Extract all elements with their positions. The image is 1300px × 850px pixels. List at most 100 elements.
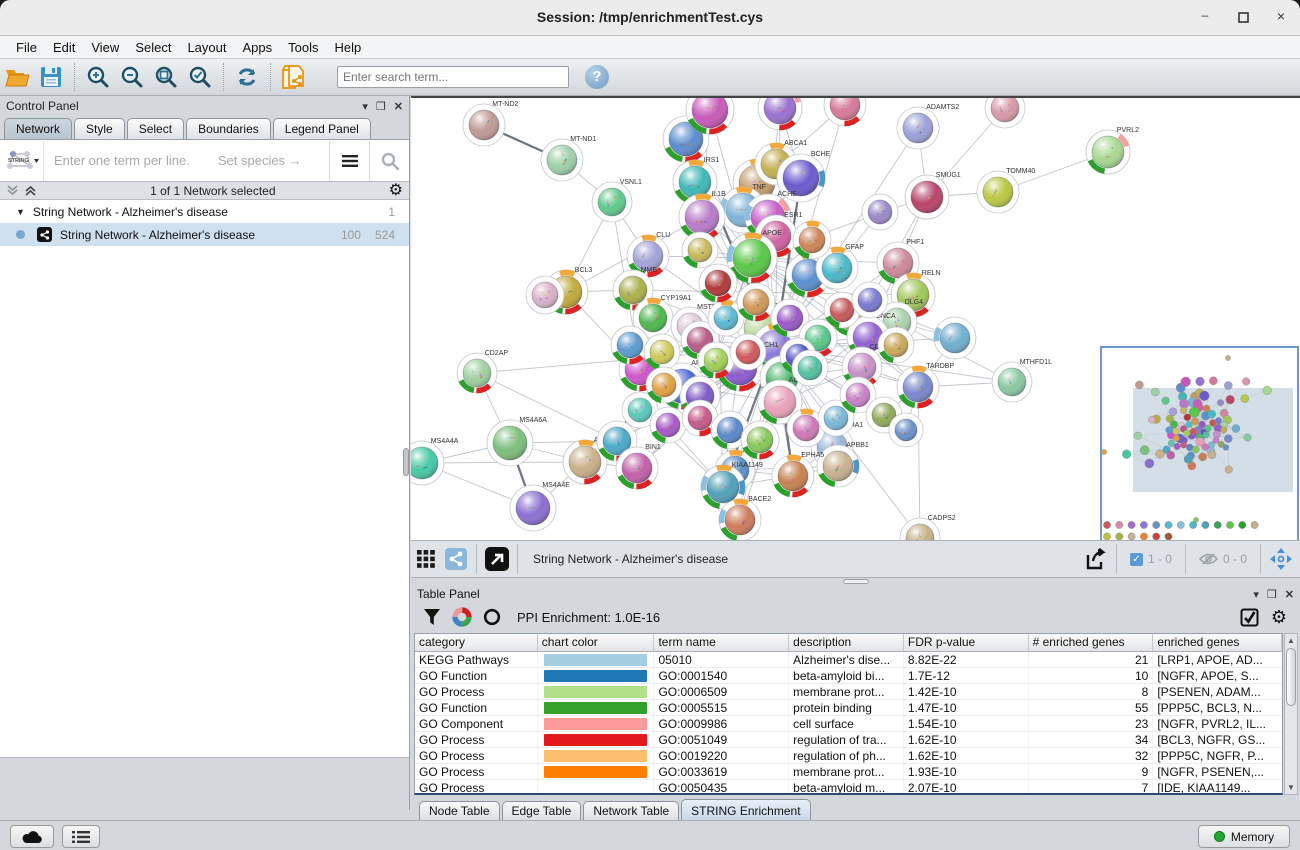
network-node[interactable] <box>758 98 802 130</box>
memory-button[interactable]: Memory <box>1198 825 1290 848</box>
table-row[interactable]: GO ProcessGO:0019220regulation of ph...1… <box>415 748 1282 764</box>
network-node[interactable] <box>682 232 718 268</box>
tab-boundaries[interactable]: Boundaries <box>186 118 271 139</box>
save-session-button[interactable] <box>34 62 68 92</box>
close-panel-icon[interactable]: ✕ <box>1285 588 1294 601</box>
network-options-gear-icon[interactable]: ⚙ <box>389 184 403 198</box>
maximize-button[interactable] <box>1232 8 1254 28</box>
network-node[interactable] <box>934 317 976 359</box>
column-header-FDR-p-value[interactable]: FDR p-value <box>904 634 1029 652</box>
network-node[interactable] <box>737 283 775 321</box>
menu-select[interactable]: Select <box>127 38 179 57</box>
column-header-term-name[interactable]: term name <box>654 634 789 652</box>
tab-select[interactable]: Select <box>127 118 184 139</box>
table-row[interactable]: GO ProcessGO:0050435beta-amyloid m...2.0… <box>415 780 1282 795</box>
set-species-label[interactable]: Set species → <box>218 153 329 168</box>
network-node[interactable] <box>526 276 564 314</box>
string-options-button[interactable] <box>329 141 369 181</box>
menu-tools[interactable]: Tools <box>280 38 326 57</box>
network-node[interactable] <box>824 98 866 126</box>
network-node[interactable] <box>699 264 737 302</box>
horizontal-splitter[interactable] <box>411 578 1300 585</box>
birdseye-toggle-button[interactable] <box>441 545 471 573</box>
enrichment-table[interactable]: categorychart colorterm namedescriptionF… <box>414 633 1283 795</box>
network-node-MS4A4A[interactable]: MS4A4A <box>411 438 459 485</box>
network-node-ADAMTS2[interactable]: ADAMTS2 <box>897 104 959 149</box>
scroll-down-icon[interactable]: ▼ <box>1285 781 1297 794</box>
zoom-fit-button[interactable] <box>149 62 183 92</box>
network-node[interactable] <box>644 334 680 370</box>
zoom-selected-button[interactable] <box>183 62 217 92</box>
grid-view-button[interactable] <box>411 545 441 573</box>
table-vertical-scrollbar[interactable]: ▲ ▼ <box>1284 633 1298 795</box>
panel-menu-icon[interactable]: ▾ <box>362 100 368 113</box>
network-node-VSNL1[interactable]: VSNL1 <box>592 179 642 222</box>
table-row[interactable]: GO ProcessGO:0006509membrane prot...1.42… <box>415 684 1282 700</box>
ring-button[interactable] <box>477 603 507 631</box>
splitter-grip[interactable] <box>843 579 869 584</box>
tab-network-table[interactable]: Network Table <box>583 801 679 820</box>
network-node-MT-ND2[interactable]: MT-ND2 <box>463 101 518 146</box>
network-node-MTHFD1L[interactable]: MTHFD1L <box>992 359 1052 402</box>
network-node-PVRL2[interactable]: PVRL2 <box>1086 127 1139 174</box>
tab-node-table[interactable]: Node Table <box>419 801 500 820</box>
expander-icon[interactable]: ▼ <box>16 207 25 217</box>
network-from-file-button[interactable] <box>277 62 311 92</box>
network-collection-row[interactable]: ▼ String Network - Alzheimer's disease 1 <box>0 200 409 223</box>
collapse-all-icon[interactable] <box>6 184 19 197</box>
close-panel-icon[interactable]: ✕ <box>394 100 403 113</box>
task-history-button[interactable] <box>62 825 100 848</box>
table-row[interactable]: GO FunctionGO:0001540beta-amyloid bi...1… <box>415 668 1282 684</box>
network-node-CD2AP[interactable]: CD2AP <box>457 350 508 393</box>
cloud-tasks-button[interactable] <box>10 825 54 848</box>
tab-legend-panel[interactable]: Legend Panel <box>273 118 371 139</box>
string-protein-dropdown[interactable]: STRING <box>0 141 44 181</box>
export-network-button[interactable] <box>1081 545 1111 573</box>
menu-edit[interactable]: Edit <box>45 38 83 57</box>
panel-menu-icon[interactable]: ▾ <box>1253 588 1259 601</box>
column-header-chart-color[interactable]: chart color <box>538 634 655 652</box>
close-button[interactable]: × <box>1270 8 1292 28</box>
table-row[interactable]: GO ProcessGO:0051049regulation of tra...… <box>415 732 1282 748</box>
float-panel-icon[interactable]: ❒ <box>376 100 386 113</box>
search-input[interactable] <box>337 66 569 88</box>
zoom-in-button[interactable] <box>81 62 115 92</box>
float-panel-icon[interactable]: ❒ <box>1267 588 1277 601</box>
network-node[interactable] <box>852 282 888 318</box>
network-node[interactable] <box>650 407 686 443</box>
network-node[interactable] <box>730 334 766 370</box>
column-header--enriched-genes[interactable]: # enriched genes <box>1029 634 1154 652</box>
column-header-enriched-genes[interactable]: enriched genes <box>1153 634 1282 652</box>
network-node-MS4A6A[interactable]: MS4A6A <box>487 417 547 466</box>
network-node[interactable] <box>741 421 779 459</box>
menu-help[interactable]: Help <box>327 38 370 57</box>
scroll-up-icon[interactable]: ▲ <box>1285 634 1297 647</box>
network-node-TOMM40[interactable]: TOMM40 <box>977 168 1035 213</box>
network-node[interactable] <box>889 413 923 447</box>
column-header-description[interactable]: description <box>789 634 904 652</box>
menu-layout[interactable]: Layout <box>179 38 234 57</box>
network-node[interactable] <box>862 194 898 230</box>
column-header-category[interactable]: category <box>415 634 538 652</box>
network-row[interactable]: String Network - Alzheimer's disease 100… <box>0 223 409 246</box>
table-row[interactable]: GO ComponentGO:0009986cell surface1.54E-… <box>415 716 1282 732</box>
table-row[interactable]: KEGG Pathways05010Alzheimer's dise...8.8… <box>415 652 1282 668</box>
menu-apps[interactable]: Apps <box>235 38 281 57</box>
network-node[interactable] <box>793 221 831 259</box>
menu-file[interactable]: File <box>8 38 45 57</box>
network-node[interactable] <box>878 327 914 363</box>
birds-eye-view[interactable] <box>1100 346 1299 543</box>
tab-edge-table[interactable]: Edge Table <box>502 801 582 820</box>
table-row[interactable]: GO FunctionGO:0005515protein binding1.47… <box>415 700 1282 716</box>
network-node[interactable] <box>611 326 649 364</box>
title-bar[interactable]: Session: /tmp/enrichmentTest.cys – × <box>0 0 1300 36</box>
open-session-button[interactable] <box>0 62 34 92</box>
table-row[interactable]: GO ProcessGO:0033619membrane prot...1.93… <box>415 764 1282 780</box>
network-node-CADPS2[interactable]: CADPS2 <box>900 515 956 540</box>
string-search-button[interactable] <box>369 141 409 181</box>
network-node[interactable] <box>698 342 734 378</box>
expand-all-icon[interactable] <box>24 184 37 197</box>
menu-view[interactable]: View <box>83 38 127 57</box>
select-rows-button[interactable] <box>1234 603 1264 631</box>
refresh-button[interactable] <box>230 62 264 92</box>
